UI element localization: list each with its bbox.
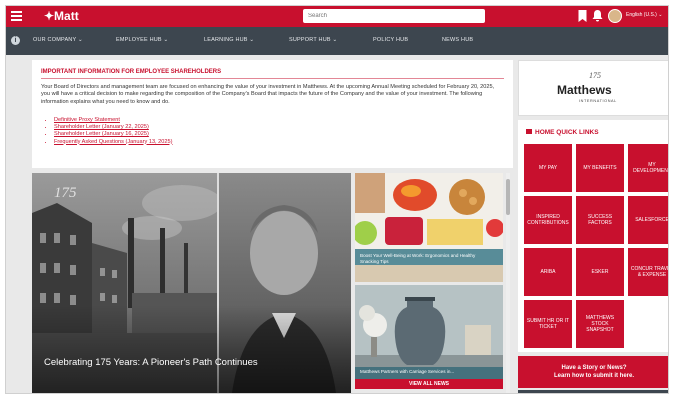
tile-success-factors[interactable]: SUCCESS FACTORS	[576, 196, 624, 244]
story-headline: Have a Story or News?	[561, 365, 627, 371]
anniversary-mark: 175	[589, 71, 601, 80]
quick-links-title: HOME QUICK LINKS	[526, 129, 599, 136]
link-letter-jan-16[interactable]: Shareholder Letter (January 16, 2025)	[54, 131, 172, 138]
matthews-logo[interactable]: ✦Matt	[44, 9, 79, 23]
link-letter-jan-22[interactable]: Shareholder Letter (January 22, 2025)	[54, 124, 172, 131]
news-card[interactable]: Matthews Partners with Carriage Services…	[355, 285, 503, 379]
tile-esker[interactable]: ESKER	[576, 248, 624, 296]
link-faq[interactable]: Frequently Asked Questions (January 13, …	[54, 139, 172, 146]
briefcase-icon	[526, 129, 532, 134]
nav-learning-hub[interactable]: LEARNING HUB ⌄	[204, 37, 254, 43]
news-card[interactable]: Boost Your Well-Being at Work: Ergonomic…	[355, 173, 503, 282]
main-nav: i OUR COMPANY ⌄ EMPLOYEE HUB ⌄ LEARNING …	[6, 27, 668, 55]
menu-icon[interactable]	[11, 11, 22, 21]
tile-stock-snapshot[interactable]: MATTHEWS STOCK SNAPSHOT	[576, 300, 624, 348]
bookmark-icon[interactable]	[577, 10, 588, 22]
news-image-snacks	[355, 173, 503, 282]
intranet-window: ✦Matt English (U.S.) ⌄ i OUR COMPANY ⌄ E…	[5, 5, 669, 394]
nav-policy-hub[interactable]: POLICY HUB	[373, 37, 408, 43]
bell-icon[interactable]	[592, 10, 603, 22]
user-avatar[interactable]	[608, 9, 622, 23]
info-icon[interactable]: i	[11, 36, 20, 45]
shareholder-body: Your Board of Directors and management t…	[41, 84, 495, 105]
shareholder-info-panel: IMPORTANT INFORMATION FOR EMPLOYEE SHARE…	[32, 60, 513, 168]
nav-news-hub[interactable]: NEWS HUB	[442, 37, 473, 43]
tile-ariba[interactable]: ARIBA	[524, 248, 572, 296]
shareholder-title: IMPORTANT INFORMATION FOR EMPLOYEE SHARE…	[41, 69, 222, 75]
search-input[interactable]	[303, 9, 485, 23]
shareholder-links: Definitive Proxy Statement Shareholder L…	[54, 117, 172, 146]
news-caption[interactable]: Matthews Partners with Carriage Services…	[360, 369, 498, 375]
news-image-urn	[355, 285, 503, 379]
story-subline: Learn how to submit it here.	[553, 373, 634, 379]
language-selector[interactable]: English (U.S.) ⌄	[626, 12, 662, 18]
view-all-news-button[interactable]: VIEW ALL NEWS	[355, 379, 503, 389]
hero-feature-story[interactable]: 175 Celebrating 175 Years: A Pioneer's P…	[32, 173, 351, 393]
anniversary-badge: 175	[54, 185, 77, 201]
top-bar: ✦Matt English (U.S.) ⌄	[6, 6, 668, 27]
brand-name: Matthews	[557, 83, 612, 97]
nav-support-hub[interactable]: SUPPORT HUB ⌄	[289, 37, 337, 43]
footer-strip	[518, 390, 668, 393]
tile-salesforce[interactable]: SALESFORCE	[628, 196, 668, 244]
tile-concur[interactable]: CONCUR TRAVEL & EXPENSE	[628, 248, 668, 296]
tile-my-benefits[interactable]: MY BENEFITS	[576, 144, 624, 192]
news-scrollbar[interactable]	[506, 173, 510, 393]
submit-story-banner[interactable]: Have a Story or News? Learn how to submi…	[518, 356, 668, 388]
tile-submit-ticket[interactable]: SUBMIT HR OR IT TICKET	[524, 300, 572, 348]
tile-my-development[interactable]: MY DEVELOPMENT	[628, 144, 668, 192]
tile-my-pay[interactable]: MY PAY	[524, 144, 572, 192]
tile-inspired-contributions[interactable]: INSPIRED CONTRIBUTIONS	[524, 196, 572, 244]
nav-employee-hub[interactable]: EMPLOYEE HUB ⌄	[116, 37, 168, 43]
hero-caption[interactable]: Celebrating 175 Years: A Pioneer's Path …	[44, 357, 258, 368]
quick-links-heading: HOME QUICK LINKS	[535, 129, 599, 136]
divider	[41, 78, 504, 79]
quick-links-panel: HOME QUICK LINKS MY PAY MY BENEFITS MY D…	[518, 120, 668, 352]
matthews-brand-panel: 175 Matthews INTERNATIONAL	[518, 60, 668, 116]
link-proxy-statement[interactable]: Definitive Proxy Statement	[54, 117, 172, 124]
nav-our-company[interactable]: OUR COMPANY ⌄	[33, 37, 83, 43]
brand-subtitle: INTERNATIONAL	[579, 99, 617, 103]
news-caption[interactable]: Boost Your Well-Being at Work: Ergonomic…	[360, 253, 480, 264]
